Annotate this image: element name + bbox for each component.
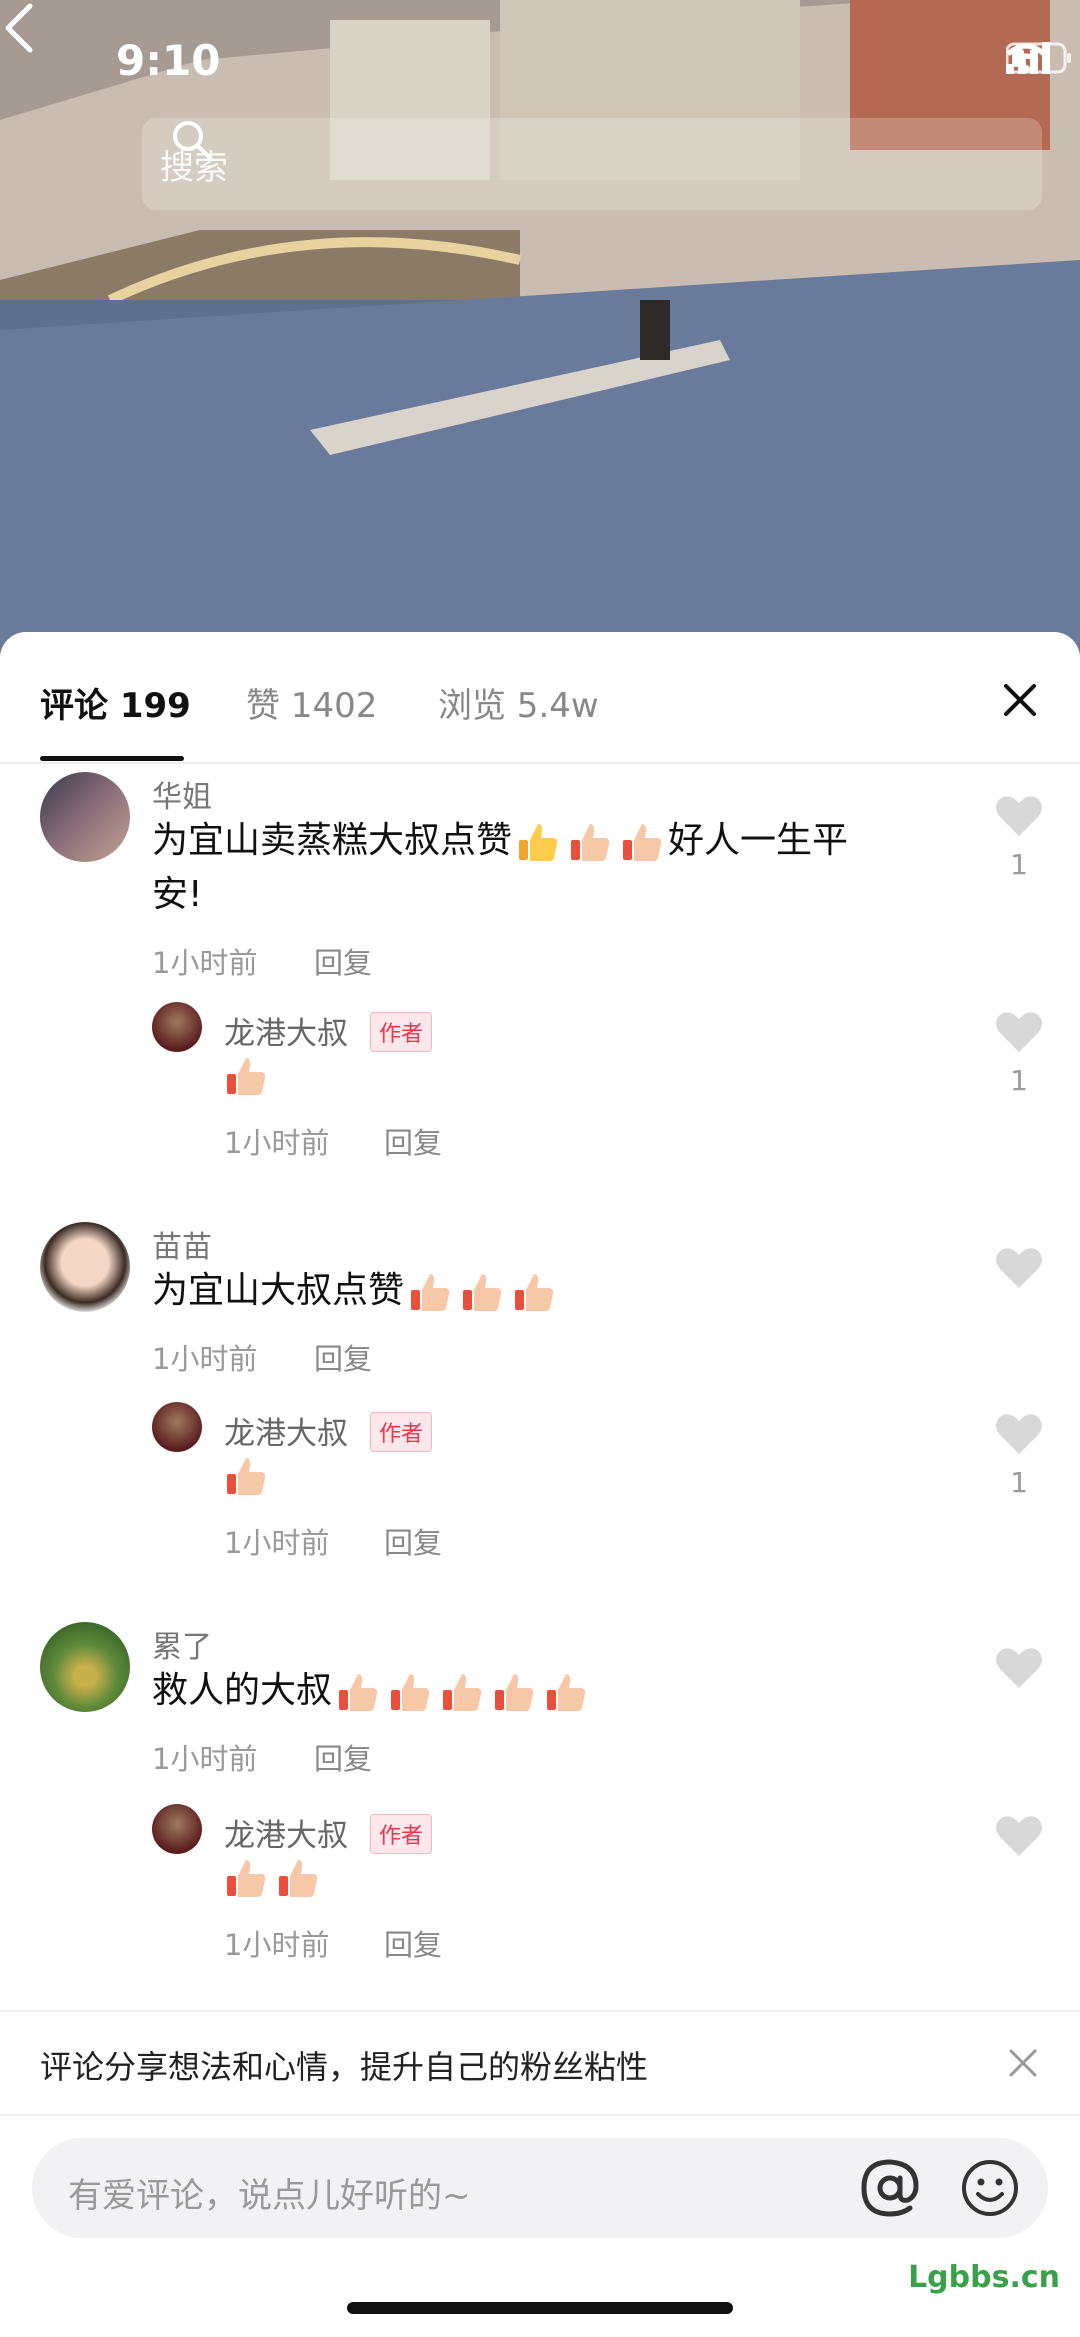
active-tab-indicator xyxy=(40,756,184,761)
comment-text-part: 安! xyxy=(152,874,203,915)
reply-text xyxy=(224,1448,272,1502)
thumbs-up-icon xyxy=(440,1670,484,1714)
home-indicator[interactable] xyxy=(347,2302,733,2314)
thumbs-up-icon xyxy=(224,1454,268,1498)
mention-icon[interactable] xyxy=(858,2156,922,2220)
thumbs-up-icon xyxy=(516,820,560,864)
reply-button[interactable]: 回复 xyxy=(384,1120,442,1162)
thumbs-up-icon xyxy=(620,820,664,864)
comment-tabs: 评论 199 赞 1402 浏览 5.4w xyxy=(0,632,1080,764)
reply-button[interactable]: 回复 xyxy=(384,1520,442,1562)
like-count: 1 xyxy=(1010,848,1028,881)
thumbs-up-icon xyxy=(276,1856,320,1900)
comment-input-placeholder: 有爱评论，说点儿好听的~ xyxy=(68,2176,471,2216)
search-icon xyxy=(173,121,212,160)
reply-text xyxy=(224,1850,324,1904)
like-count: 1 xyxy=(1010,1466,1028,1499)
avatar[interactable] xyxy=(152,1002,202,1052)
heart-icon[interactable] xyxy=(994,1814,1044,1858)
comment-text: 救人的大叔 xyxy=(152,1664,912,1718)
comment-time: 1小时前 xyxy=(152,1742,258,1776)
heart-icon[interactable] xyxy=(994,1010,1044,1054)
comment-time: 1小时前 xyxy=(152,946,258,980)
avatar[interactable] xyxy=(40,1622,130,1712)
video-preview[interactable]: 9:10 搜索 xyxy=(0,0,1080,660)
reply-button[interactable]: 回复 xyxy=(314,940,372,982)
author-badge: 作者 xyxy=(370,1814,433,1854)
heart-icon[interactable] xyxy=(994,1646,1044,1690)
emoji-icon[interactable] xyxy=(960,2158,1020,2218)
close-icon[interactable] xyxy=(1002,682,1038,718)
tip-text: 评论分享想法和心情，提升自己的粉丝粘性 xyxy=(40,2048,649,2086)
avatar[interactable] xyxy=(152,1804,202,1854)
comment-text: 为宜山卖蒸糕大叔点赞 好人一生平 安! xyxy=(152,814,912,922)
thumbs-up-icon xyxy=(544,1670,588,1714)
comment-author[interactable]: 龙港大叔 xyxy=(224,1408,348,1453)
avatar[interactable] xyxy=(40,772,130,862)
reply-text xyxy=(224,1048,272,1102)
comment-text-part: 为宜山大叔点赞 xyxy=(152,1270,405,1311)
comment-input[interactable]: 有爱评论，说点儿好听的~ xyxy=(32,2138,1048,2238)
thumbs-up-icon xyxy=(568,820,612,864)
reply-button[interactable]: 回复 xyxy=(384,1922,442,1964)
tab-comments[interactable]: 评论 199 xyxy=(40,678,191,727)
thumbs-up-icon xyxy=(460,1270,504,1314)
avatar[interactable] xyxy=(40,1222,130,1312)
back-arrow-icon[interactable] xyxy=(0,0,40,56)
thumbs-up-icon xyxy=(492,1670,536,1714)
comment-time: 1小时前 xyxy=(224,1928,330,1962)
comment-time: 1小时前 xyxy=(224,1126,330,1160)
comment-text-part: 好人一生平 xyxy=(668,820,849,861)
thumbs-up-icon xyxy=(512,1270,556,1314)
comment-author[interactable]: 苗苗 xyxy=(152,1222,212,1266)
comment-text-part: 为宜山卖蒸糕大叔点赞 xyxy=(152,820,513,861)
like-count: 1 xyxy=(1010,1064,1028,1097)
search-bar[interactable]: 搜索 xyxy=(142,118,1042,210)
comment-time: 1小时前 xyxy=(152,1342,258,1376)
reply-button[interactable]: 回复 xyxy=(314,1736,372,1778)
heart-icon[interactable] xyxy=(994,794,1044,838)
thumbs-up-icon xyxy=(224,1856,268,1900)
tip-banner: 评论分享想法和心情，提升自己的粉丝粘性 xyxy=(0,2010,1080,2116)
reply-button[interactable]: 回复 xyxy=(314,1336,372,1378)
battery-icon xyxy=(1006,42,1071,74)
author-badge: 作者 xyxy=(370,1412,433,1452)
tab-likes[interactable]: 赞 1402 xyxy=(246,678,377,727)
thumbs-up-icon xyxy=(388,1670,432,1714)
comment-text: 为宜山大叔点赞 xyxy=(152,1264,912,1318)
comment-author[interactable]: 华姐 xyxy=(152,772,212,816)
status-time: 9:10 xyxy=(116,36,221,85)
comment-time: 1小时前 xyxy=(224,1526,330,1560)
watermark: Lgbbs.cn xyxy=(908,2260,1060,2295)
thumbs-up-icon xyxy=(224,1054,268,1098)
close-icon[interactable] xyxy=(1008,2048,1038,2078)
thumbs-up-icon xyxy=(408,1270,452,1314)
heart-icon[interactable] xyxy=(994,1412,1044,1456)
comment-author[interactable]: 龙港大叔 xyxy=(224,1008,348,1053)
thumbs-up-icon xyxy=(336,1670,380,1714)
comment-text-part: 救人的大叔 xyxy=(152,1670,333,1711)
avatar[interactable] xyxy=(152,1402,202,1452)
heart-icon[interactable] xyxy=(994,1246,1044,1290)
comment-author[interactable]: 龙港大叔 xyxy=(224,1810,348,1855)
author-badge: 作者 xyxy=(370,1012,433,1052)
tab-views[interactable]: 浏览 5.4w xyxy=(438,678,599,727)
comment-author[interactable]: 累了 xyxy=(152,1622,212,1666)
